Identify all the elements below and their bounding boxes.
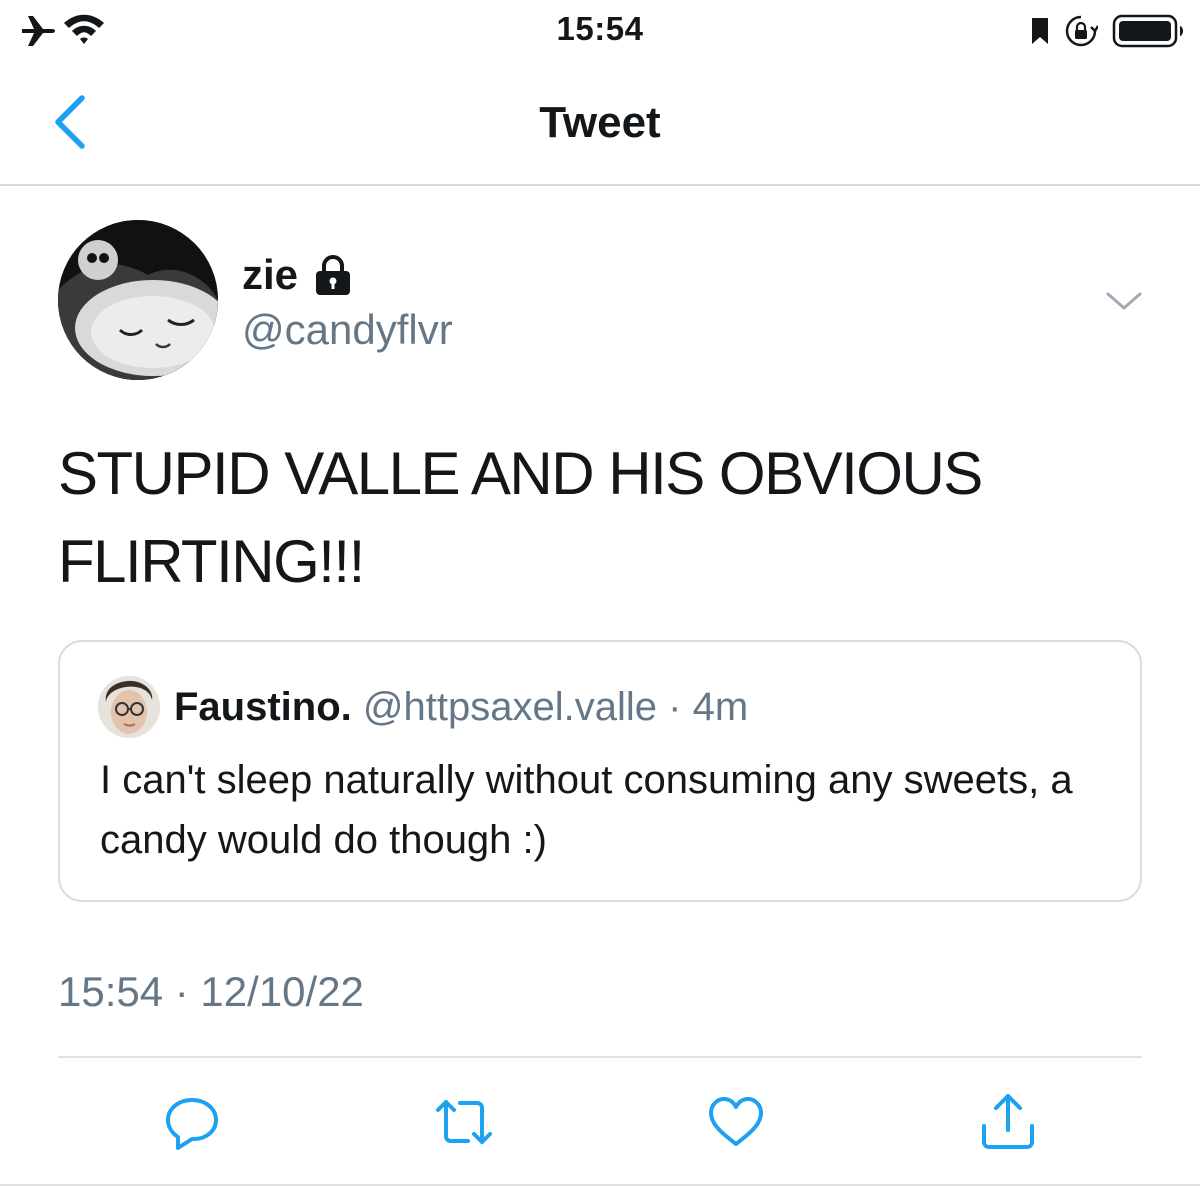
quoted-tweet-time: 4m — [692, 685, 749, 729]
avatar-image — [58, 220, 218, 380]
tweet-menu-button[interactable] — [1104, 286, 1144, 316]
quoted-author-avatar — [98, 676, 160, 738]
author-avatar[interactable] — [58, 220, 218, 380]
like-button[interactable] — [706, 1092, 766, 1152]
divider — [58, 1056, 1142, 1058]
retweet-button[interactable] — [434, 1092, 494, 1152]
reply-icon — [166, 1098, 218, 1150]
quoted-author-handle: @httpsaxel.valle — [362, 685, 657, 729]
battery-icon — [1112, 14, 1183, 48]
quoted-tweet-text: I can't sleep naturally without consumin… — [100, 758, 1073, 862]
page-title: Tweet — [539, 98, 661, 147]
nav-bar: Tweet — [0, 62, 1200, 186]
status-time: 15:54 — [556, 10, 644, 47]
share-button[interactable] — [978, 1092, 1038, 1152]
share-icon — [982, 1094, 1034, 1149]
orientation-lock-icon — [1065, 15, 1098, 47]
tweet-text: STUPID VALLE AND HIS OBVIOUS FLIRTING!!! — [58, 440, 983, 595]
quoted-author-name: Faustino. — [174, 685, 352, 729]
retweet-icon — [436, 1100, 492, 1144]
lock-icon — [316, 255, 351, 295]
quoted-avatar-image — [98, 676, 160, 738]
quoted-tweet-card[interactable]: Faustino. @httpsaxel.valle · 4m I can't … — [58, 640, 1142, 902]
status-bar: 15:54 — [0, 0, 1200, 62]
author-handle[interactable]: @candyflvr — [242, 306, 453, 354]
reply-button[interactable] — [162, 1092, 222, 1152]
separator-dot: · — [668, 685, 682, 729]
like-icon — [709, 1097, 763, 1146]
quoted-tweet-header: Faustino. @httpsaxel.valle · 4m — [174, 682, 748, 732]
chevron-down-icon — [1106, 292, 1142, 310]
tweet-timestamp: 15:54 · 12/10/22 — [58, 968, 364, 1015]
author-name-row: zie — [242, 250, 354, 300]
bookmark-icon — [1032, 18, 1048, 44]
author-name[interactable]: zie — [242, 251, 298, 299]
